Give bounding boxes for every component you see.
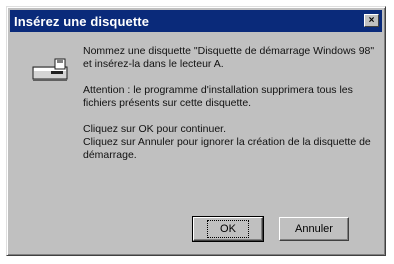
cancel-button-label: Annuler (295, 223, 333, 235)
message-cancel-info: Cliquez sur Annuler pour ignorer la créa… (83, 136, 371, 161)
dialog-message: Nommez une disquette "Disquette de démar… (83, 45, 379, 175)
dialog-title: Insérez une disquette (14, 13, 150, 29)
message-continue: Cliquez sur OK pour continuer. (83, 123, 226, 135)
ok-button[interactable]: OK (192, 216, 264, 242)
cancel-button[interactable]: Annuler (279, 217, 349, 241)
close-icon: × (368, 15, 375, 26)
ok-button-label: OK (207, 220, 249, 238)
message-insert-disk: Nommez une disquette "Disquette de démar… (83, 45, 375, 70)
title-bar[interactable]: Insérez une disquette × (10, 10, 382, 32)
floppy-drive-icon (31, 57, 69, 83)
message-warning: Attention : le programme d'installation … (83, 84, 353, 109)
insert-disk-dialog: Insérez une disquette × Nommez une disqu… (6, 6, 386, 256)
close-button[interactable]: × (364, 14, 379, 27)
